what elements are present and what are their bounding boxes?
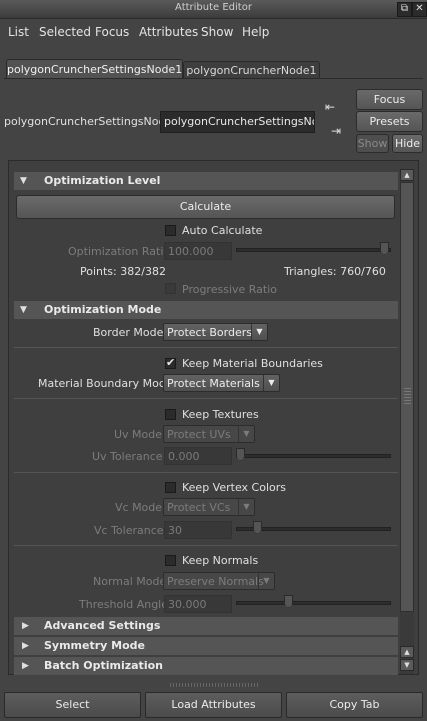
calculate-button[interactable]: Calculate <box>16 195 395 219</box>
node-name-field[interactable]: polygonCruncherSettingsNode1 <box>160 111 315 133</box>
vc-tolerance-label: Vc Tolerance <box>94 524 164 537</box>
title-bar: Attribute Editor ⧉ ✕ <box>0 0 427 19</box>
chevron-down-icon: ▼ <box>251 324 267 340</box>
keep-normals-checkbox[interactable] <box>165 555 176 566</box>
threshold-angle-field[interactable]: 30.000 <box>164 595 232 613</box>
section-optimization-mode[interactable]: ▼ Optimization Mode <box>14 301 398 319</box>
uv-mode-dropdown[interactable]: Protect UVs ▼ <box>163 425 255 443</box>
hide-button[interactable]: Hide <box>392 134 423 153</box>
menu-focus[interactable]: Focus <box>95 25 129 39</box>
triangles-readout: Triangles: 760/760 <box>284 265 386 278</box>
threshold-angle-slider[interactable] <box>236 601 391 605</box>
divider <box>14 545 398 546</box>
normal-mode-dropdown[interactable]: Preserve Normals ▼ <box>163 572 275 590</box>
collapsed-arrow-icon: ▶ <box>22 621 29 631</box>
divider <box>14 347 398 348</box>
chevron-down-icon: ▼ <box>258 573 274 589</box>
optimization-ratio-slider[interactable] <box>236 248 391 252</box>
scroll-down-icon[interactable]: ▼ <box>400 659 414 671</box>
tab-polygon-cruncher-settings-node[interactable]: polygonCruncherSettingsNode1 <box>6 59 183 79</box>
grip-icon <box>404 388 411 406</box>
menu-show[interactable]: Show <box>201 25 233 39</box>
points-readout: Points: 382/382 <box>80 265 166 278</box>
focus-output-icon[interactable]: ⇥ <box>331 124 347 138</box>
optimization-ratio-label: Optimization Ratio <box>68 245 171 258</box>
select-button[interactable]: Select <box>4 692 141 718</box>
uv-tolerance-field[interactable]: 0.000 <box>164 447 232 465</box>
menu-attributes[interactable]: Attributes <box>139 25 198 39</box>
load-attributes-button[interactable]: Load Attributes <box>145 692 282 718</box>
uv-mode-label: Uv Mode <box>114 428 163 441</box>
expanded-arrow-icon: ▼ <box>20 305 27 315</box>
uv-tolerance-label: Uv Tolerance <box>92 450 163 463</box>
keep-vertex-colors-label: Keep Vertex Colors <box>182 481 286 494</box>
vc-mode-label: Vc Mode <box>115 501 163 514</box>
show-button[interactable]: Show <box>356 134 389 153</box>
section-symmetry-mode[interactable]: ▶ Symmetry Mode <box>14 637 398 655</box>
menu-selected[interactable]: Selected <box>39 25 91 39</box>
tab-polygon-cruncher-node[interactable]: polygonCruncherNode1 <box>183 61 320 79</box>
node-name-label: polygonCruncherSettingsNode: <box>4 115 176 128</box>
border-mode-dropdown[interactable]: Protect Borders ▼ <box>163 323 268 341</box>
keep-vertex-colors-checkbox[interactable] <box>165 482 176 493</box>
scroll-up-icon[interactable]: ▲ <box>400 169 414 181</box>
collapsed-arrow-icon: ▶ <box>22 661 29 671</box>
divider <box>14 472 398 473</box>
divider <box>14 398 398 399</box>
keep-normals-label: Keep Normals <box>182 554 259 567</box>
vc-tolerance-field[interactable]: 30 <box>164 521 232 539</box>
menu-help[interactable]: Help <box>242 25 269 39</box>
border-mode-label: Border Mode <box>93 326 164 339</box>
menu-bar: List Selected Focus Attributes Show Help <box>0 19 427 45</box>
threshold-angle-label: Threshold Angle <box>79 598 169 611</box>
optimization-ratio-field[interactable]: 100.000 <box>164 242 232 260</box>
uv-tolerance-slider[interactable] <box>236 454 391 458</box>
section-optimization-level[interactable]: ▼ Optimization Level <box>14 172 398 190</box>
material-boundary-mode-dropdown[interactable]: Protect Materials ▼ <box>163 374 280 392</box>
collapsed-arrow-icon: ▶ <box>22 641 29 651</box>
normal-mode-label: Normal Mode <box>93 575 167 588</box>
progressive-ratio-checkbox[interactable] <box>165 283 176 294</box>
chevron-down-icon: ▼ <box>263 375 279 391</box>
auto-calculate-checkbox[interactable] <box>165 225 176 236</box>
keep-material-boundaries-label: Keep Material Boundaries <box>182 357 323 370</box>
section-advanced-settings[interactable]: ▶ Advanced Settings <box>14 617 398 635</box>
chevron-down-icon: ▼ <box>238 499 254 515</box>
close-window-icon[interactable]: ✕ <box>412 2 427 17</box>
menu-list[interactable]: List <box>8 25 29 39</box>
float-window-icon[interactable]: ⧉ <box>397 2 412 17</box>
presets-button[interactable]: Presets <box>356 111 423 132</box>
vc-mode-dropdown[interactable]: Protect VCs ▼ <box>163 498 255 516</box>
section-batch-optimization[interactable]: ▶ Batch Optimization <box>14 657 398 675</box>
keep-textures-checkbox[interactable] <box>165 409 176 420</box>
scrollbar-thumb[interactable] <box>400 182 414 612</box>
chevron-down-icon: ▼ <box>238 426 254 442</box>
auto-calculate-label: Auto Calculate <box>182 224 263 237</box>
focus-input-icon[interactable]: ⇤ <box>325 100 343 114</box>
progressive-ratio-label: Progressive Ratio <box>182 283 278 296</box>
keep-textures-label: Keep Textures <box>182 408 259 421</box>
keep-material-boundaries-checkbox[interactable] <box>165 356 176 369</box>
window-title: Attribute Editor <box>175 2 252 13</box>
vertical-scrollbar[interactable]: ▲ ▲ ▼ <box>400 169 414 674</box>
expanded-arrow-icon: ▼ <box>20 176 27 186</box>
material-boundary-mode-label: Material Boundary Mode <box>38 377 173 390</box>
resize-grip-icon[interactable] <box>170 683 258 687</box>
copy-tab-button[interactable]: Copy Tab <box>286 692 423 718</box>
focus-button[interactable]: Focus <box>356 89 423 110</box>
tab-divider <box>4 78 423 79</box>
scroll-up-icon[interactable]: ▲ <box>400 646 414 658</box>
